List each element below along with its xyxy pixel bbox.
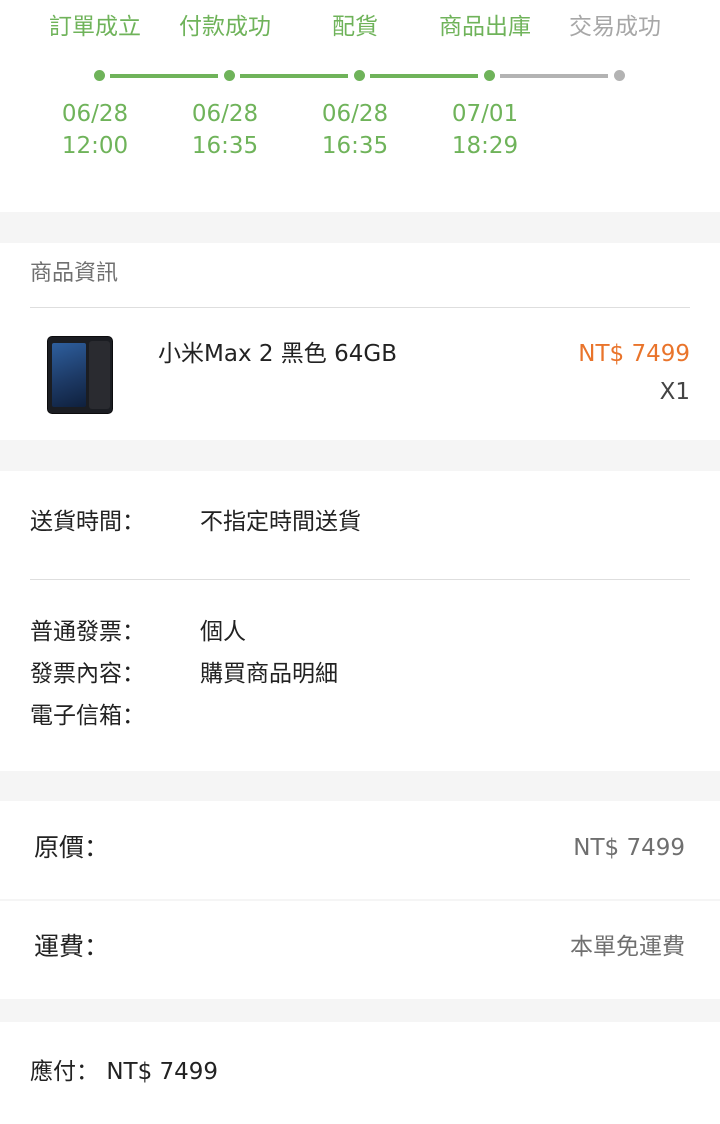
step-label-completed: 交易成功	[569, 14, 661, 40]
divider	[30, 307, 690, 308]
product-name[interactable]: 小米Max 2 黑色 64GB	[158, 336, 397, 372]
original-price-label: 原價：	[34, 833, 110, 862]
product-section-title: 商品資訊	[30, 261, 119, 286]
original-price-value: NT$ 7499	[573, 835, 685, 861]
step-time-order-created: 06/28 12:00	[30, 98, 160, 162]
step-dot-completed	[614, 70, 625, 81]
step-clock: 18:29	[451, 133, 519, 159]
product-quantity: X1	[659, 379, 690, 405]
delivery-time-value: 不指定時間送貨	[200, 509, 361, 535]
divider	[30, 579, 690, 580]
order-detail-page: 訂單成立 付款成功 配貨 商品出庫 交易成功 06/28 12:00 06/28…	[0, 0, 720, 1124]
invoice-email-label: 電子信箱：	[30, 703, 145, 729]
amount-due-value: NT$ 7499	[106, 1059, 219, 1085]
order-progress-tracker: 訂單成立 付款成功 配貨 商品出庫 交易成功 06/28 12:00 06/28…	[0, 0, 720, 212]
step-dot-allocation	[354, 70, 365, 81]
phone-screen-image	[52, 343, 86, 407]
step-clock: 12:00	[61, 133, 129, 159]
delivery-time-label: 送貨時間：	[30, 509, 145, 535]
product-price: NT$ 7499	[578, 341, 690, 367]
step-label-order-created: 訂單成立	[49, 14, 141, 40]
step-date: 06/28	[61, 101, 129, 127]
step-time-allocation: 06/28 16:35	[290, 98, 420, 162]
step-time-payment-success: 06/28 16:35	[160, 98, 290, 162]
step-line-2	[240, 74, 348, 78]
shipping-fee-value: 本單免運費	[570, 934, 685, 960]
step-date: 07/01	[451, 101, 519, 127]
invoice-type-label: 普通發票：	[30, 619, 145, 645]
step-line-4	[500, 74, 608, 78]
step-label-shipped: 商品出庫	[439, 14, 531, 40]
step-dot-payment-success	[224, 70, 235, 81]
phone-back-image	[89, 341, 110, 409]
phone-thumbnail[interactable]	[47, 336, 113, 414]
step-clock: 16:35	[321, 133, 389, 159]
amount-due-label: 應付：	[30, 1059, 99, 1085]
step-dot-shipped	[484, 70, 495, 81]
step-label-allocation: 配貨	[332, 14, 378, 40]
amount-due: 應付： NT$ 7499	[30, 1054, 218, 1090]
invoice-content-value: 購買商品明細	[200, 661, 338, 687]
step-date: 06/28	[191, 101, 259, 127]
shipping-fee-label: 運費：	[34, 932, 110, 961]
step-line-3	[370, 74, 478, 78]
step-label-payment-success: 付款成功	[179, 14, 271, 40]
step-dot-order-created	[94, 70, 105, 81]
invoice-content-label: 發票內容：	[30, 661, 145, 687]
step-clock: 16:35	[191, 133, 259, 159]
step-date: 06/28	[321, 101, 389, 127]
step-time-shipped: 07/01 18:29	[420, 98, 550, 162]
invoice-type-value: 個人	[200, 619, 246, 645]
step-line-1	[110, 74, 218, 78]
